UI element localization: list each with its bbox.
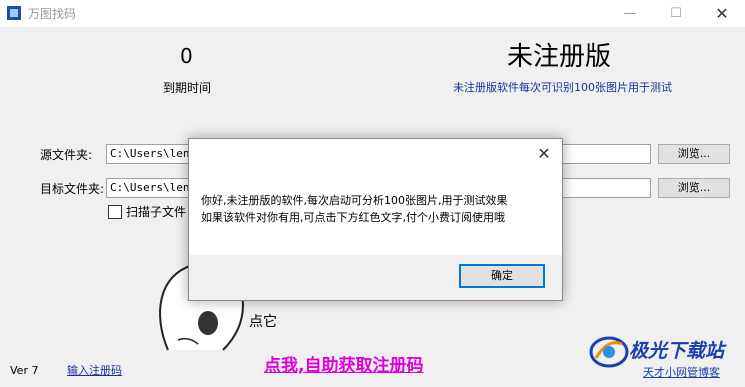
target-folder-label: 目标文件夹: — [40, 182, 105, 196]
close-button[interactable]: ✕ — [699, 0, 745, 27]
dialog-message-line-2: 如果该软件对你有用,可点击下方红色文字,付个小费订阅使用哦 — [201, 211, 505, 224]
trial-dialog: ✕ 你好,未注册版的软件,每次启动可分析100张图片,用于测试效果 如果该软件对… — [188, 138, 563, 301]
window-title: 万图找码 — [28, 7, 77, 21]
expire-label: 到期时间 — [163, 81, 212, 95]
ok-button[interactable]: 确定 — [459, 264, 545, 288]
dialog-close-button[interactable]: ✕ — [534, 144, 554, 164]
point-it-text: 点它 — [249, 314, 277, 330]
watermark-brand: 极光下载站 — [629, 340, 725, 362]
watermark-logo — [589, 336, 629, 368]
version-title: 未注册版 — [507, 42, 612, 72]
minimize-button[interactable]: — — [607, 0, 653, 27]
dialog-message: 你好,未注册版的软件,每次启动可分析100张图片,用于测试效果 如果该软件对你有… — [201, 192, 507, 226]
watermark-sub: 天才小网管博客 — [643, 366, 720, 379]
remaining-counter: 0 — [180, 44, 193, 68]
title-bar: 万图找码 — ☐ ✕ — [0, 0, 745, 27]
dialog-message-line-1: 你好,未注册版的软件,每次启动可分析100张图片,用于测试效果 — [201, 194, 508, 207]
source-folder-label: 源文件夹: — [40, 148, 93, 162]
version-description: 未注册版软件每次可识别100张图片用于测试 — [453, 81, 672, 94]
app-icon — [7, 6, 21, 20]
maximize-button[interactable]: ☐ — [653, 0, 699, 27]
target-browse-button[interactable]: 浏览... — [658, 178, 730, 198]
get-code-link[interactable]: 点我,自助获取注册码 — [264, 351, 423, 376]
enter-code-link[interactable]: 输入注册码 — [67, 362, 122, 378]
scan-subfolders-label: 扫描子文件 — [126, 205, 187, 219]
source-browse-button[interactable]: 浏览... — [658, 144, 730, 164]
scan-subfolders-checkbox[interactable] — [108, 205, 122, 219]
version-number: Ver 7 — [10, 364, 39, 377]
